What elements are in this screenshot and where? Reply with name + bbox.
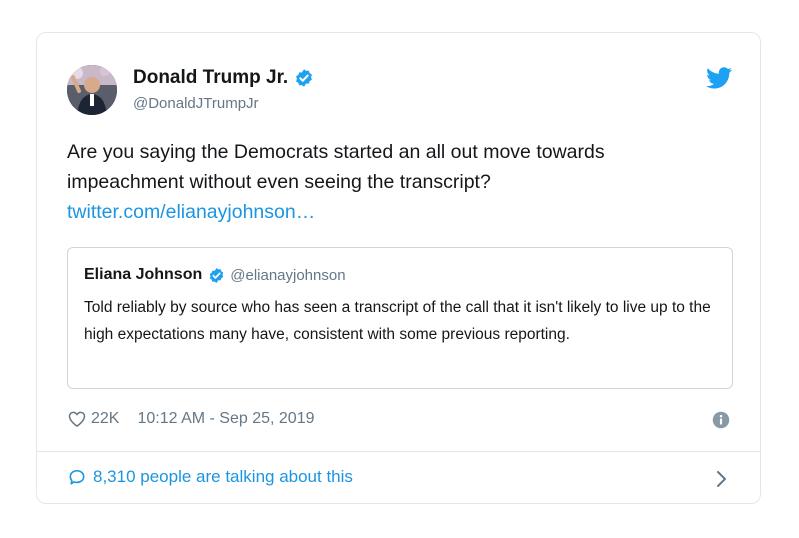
author-name[interactable]: Donald Trump Jr. — [133, 67, 288, 89]
timestamp[interactable]: 10:12 AM - Sep 25, 2019 — [137, 410, 314, 428]
tweet-body: Are you saying the Democrats started an … — [67, 141, 605, 193]
like-count[interactable]: 22K — [91, 410, 119, 428]
quoted-author-row: Eliana Johnson @elianayjohnson — [84, 266, 346, 284]
embedded-tweet-card: Donald Trump Jr. @DonaldJTrumpJr Are you… — [36, 32, 761, 504]
author-handle[interactable]: @DonaldJTrumpJr — [133, 95, 259, 112]
twitter-bird-icon[interactable] — [706, 67, 732, 89]
quoted-tweet[interactable]: Eliana Johnson @elianayjohnson Told reli… — [67, 247, 733, 389]
verified-badge-icon — [296, 69, 313, 87]
discussion-text: 8,310 people are talking about this — [93, 467, 353, 486]
heart-icon[interactable] — [67, 409, 87, 429]
discussion-link[interactable]: 8,310 people are talking about this — [67, 467, 353, 487]
avatar[interactable] — [67, 65, 117, 115]
comment-bubble-icon — [69, 469, 85, 485]
quoted-author-handle: @elianayjohnson — [230, 266, 346, 284]
tweet-link[interactable]: twitter.com/elianayjohnson… — [67, 197, 727, 227]
verified-badge-icon — [210, 267, 224, 283]
info-icon[interactable] — [712, 411, 730, 429]
quoted-text: Told reliably by source who has seen a t… — [84, 299, 711, 343]
divider — [37, 451, 760, 452]
chevron-right-icon[interactable] — [714, 469, 728, 489]
quoted-author-name: Eliana Johnson — [84, 266, 203, 283]
tweet-text: Are you saying the Democrats started an … — [67, 137, 727, 227]
tweet-meta: 22K 10:12 AM - Sep 25, 2019 — [67, 409, 314, 429]
author-row: Donald Trump Jr. — [133, 67, 314, 89]
